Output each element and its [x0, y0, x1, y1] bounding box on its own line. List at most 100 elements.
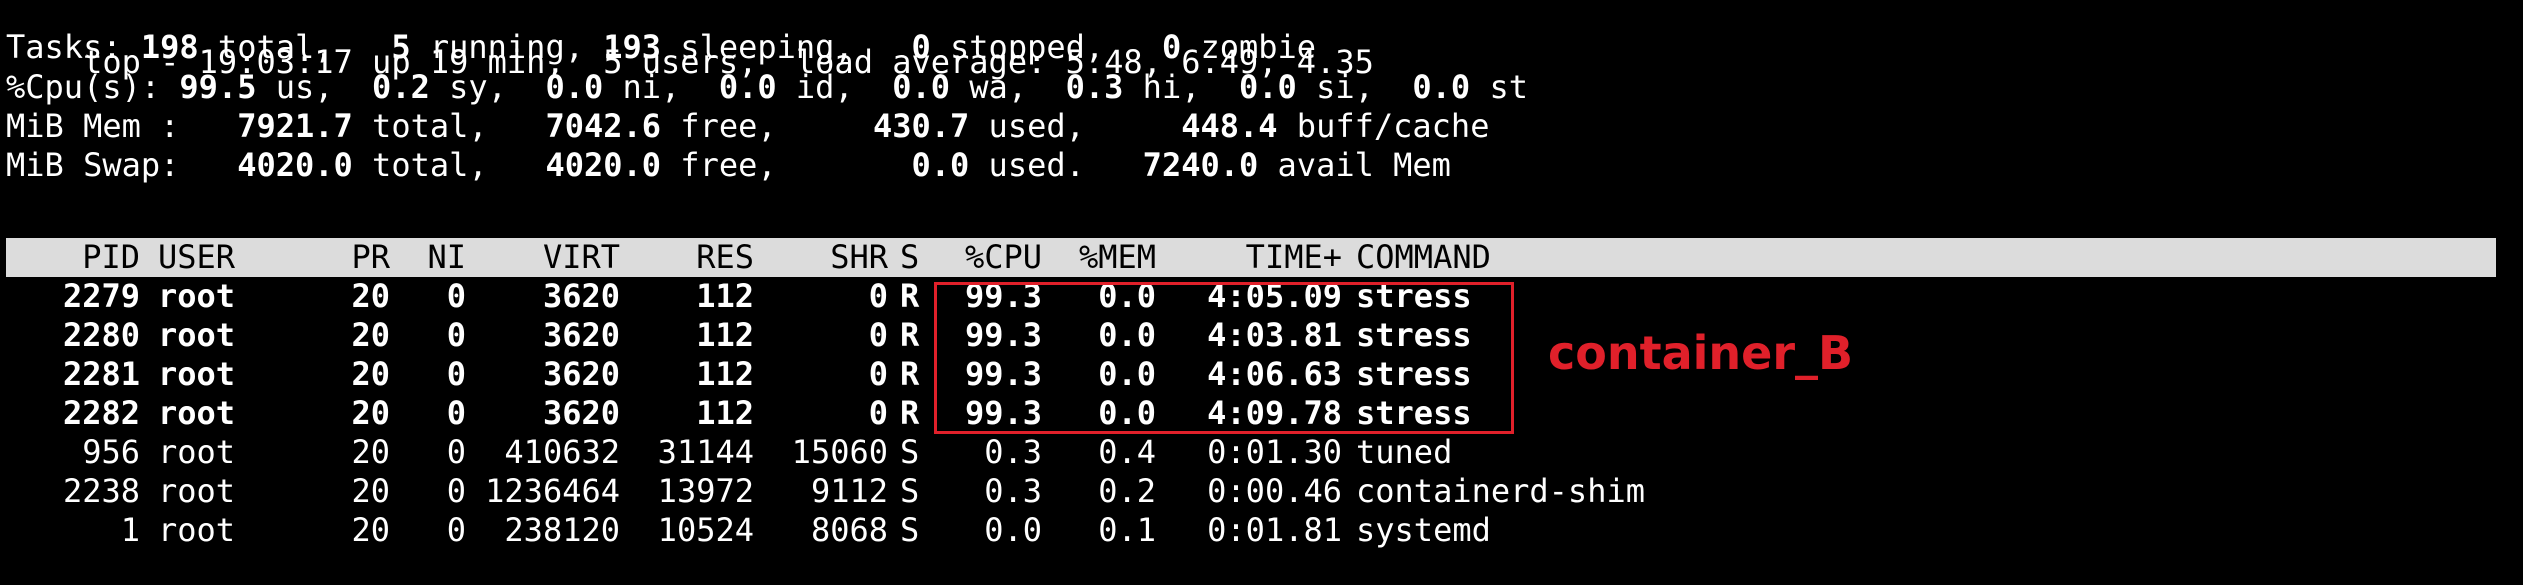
cell-state: S: [900, 511, 920, 549]
cell-pid: 2279: [62, 277, 140, 315]
column-header-time[interactable]: TIME+: [1156, 238, 1342, 277]
column-header-pid[interactable]: PID: [6, 238, 140, 277]
cpu-hi-label: hi,: [1142, 68, 1201, 106]
cell-res: 31144: [657, 433, 754, 471]
tasks-running-value: 5: [391, 28, 411, 66]
mem-cache-value: 448.4: [1181, 107, 1278, 145]
swap-total-value: 4020.0: [237, 146, 353, 184]
tasks-stopped-value: 0: [911, 28, 931, 66]
cell-res: 112: [696, 277, 754, 315]
cell-shr: 8068: [810, 511, 888, 549]
cell-shr: 0: [868, 394, 888, 432]
swap-avail-value: 7240.0: [1142, 146, 1259, 184]
tasks-zombie-value: 0: [1161, 28, 1182, 66]
swap-free-value: 4020.0: [545, 146, 662, 184]
cell-res: 13972: [657, 472, 754, 510]
tasks-stopped-label: stopped,: [950, 28, 1105, 66]
cell-virt: 238120: [504, 511, 620, 549]
cell-shr: 15060: [791, 433, 888, 471]
cell-ni: 0: [446, 511, 466, 549]
mem-used-label: used,: [988, 107, 1085, 145]
mem-summary-line: MiB Mem : 7921.7 total, 7042.6 free, 430…: [6, 107, 1489, 146]
column-header-ni[interactable]: NI: [396, 238, 466, 277]
table-row[interactable]: 956 root 20 0 410632 31144 15060 S 0.3 0…: [6, 433, 2496, 472]
cell-user: root: [158, 316, 236, 354]
cell-user: root: [158, 355, 236, 393]
cpu-us-value: 99.5: [179, 68, 257, 106]
cell-pr: 20: [351, 433, 390, 471]
cell-user: root: [158, 472, 236, 510]
cell-res: 112: [696, 316, 754, 354]
cell-pr: 20: [351, 355, 390, 393]
cpu-id-value: 0.0: [718, 68, 777, 106]
terminal-window: top - 19:03:17 up 19 min, 5 users, load …: [0, 0, 2523, 585]
column-header-mem[interactable]: %MEM: [1042, 238, 1156, 277]
cpu-hi-value: 0.3: [1065, 68, 1124, 106]
cell-pr: 20: [351, 394, 390, 432]
cell-state: S: [900, 472, 920, 510]
cpu-id-label: id,: [795, 68, 854, 106]
cpu-ni-value: 0.0: [545, 68, 604, 106]
column-header-virt[interactable]: VIRT: [466, 238, 620, 277]
mem-cache-label: buff/cache: [1296, 107, 1490, 145]
table-row[interactable]: 2238 root 20 0 1236464 13972 9112 S 0.3 …: [6, 472, 2496, 511]
cell-state: S: [900, 433, 920, 471]
cell-pid: 2238: [62, 472, 140, 510]
cell-state: R: [900, 316, 920, 354]
cell-ni: 0: [446, 316, 466, 354]
cell-state: R: [900, 355, 920, 393]
cell-shr: 0: [868, 316, 888, 354]
cell-command: systemd: [1356, 511, 1491, 549]
cell-command: containerd-shim: [1356, 472, 1645, 510]
tasks-sleeping-label: sleeping,: [680, 28, 854, 66]
cell-pr: 20: [351, 472, 390, 510]
cpu-wa-value: 0.0: [892, 68, 951, 106]
cell-state: R: [900, 277, 920, 315]
cell-cpu: 0.0: [984, 511, 1042, 549]
cell-time: 0:00.46: [1207, 472, 1342, 510]
cpu-label: %Cpu(s):: [6, 68, 161, 106]
column-header-state[interactable]: S: [900, 238, 930, 277]
mem-total-value: 7921.7: [237, 107, 353, 145]
swap-free-label: free,: [680, 146, 777, 184]
swap-summary-line: MiB Swap: 4020.0 total, 4020.0 free, 0.0…: [6, 146, 1451, 185]
mem-free-value: 7042.6: [545, 107, 662, 145]
cell-virt: 3620: [542, 394, 620, 432]
column-header-shr[interactable]: SHR: [754, 238, 888, 277]
column-header-user[interactable]: USER: [158, 238, 308, 277]
annotation-label: container_B: [1548, 326, 1854, 380]
swap-avail-label: avail Mem: [1277, 146, 1451, 184]
column-header-pr[interactable]: PR: [306, 238, 390, 277]
cpu-wa-label: wa,: [969, 68, 1028, 106]
cpu-summary-line: %Cpu(s): 99.5 us, 0.2 sy, 0.0 ni, 0.0 id…: [6, 68, 1528, 107]
mem-label: MiB Mem :: [6, 107, 180, 145]
swap-used-value: 0.0: [911, 146, 970, 184]
highlight-box: [934, 282, 1514, 434]
cpu-ni-label: ni,: [622, 68, 681, 106]
table-row[interactable]: 1 root 20 0 238120 10524 8068 S 0.0 0.1 …: [6, 511, 2496, 550]
cell-pid: 2282: [62, 394, 140, 432]
cell-virt: 410632: [504, 433, 620, 471]
cpu-sy-label: sy,: [449, 68, 507, 106]
cell-pr: 20: [351, 277, 390, 315]
cell-ni: 0: [446, 394, 466, 432]
cell-pid: 2280: [62, 316, 140, 354]
tasks-summary-line: Tasks: 198 total, 5 running, 193 sleepin…: [6, 28, 1316, 67]
cell-time: 0:01.81: [1207, 511, 1342, 549]
tasks-total-value: 198: [140, 28, 199, 66]
cell-virt: 1236464: [485, 472, 620, 510]
cell-pr: 20: [351, 316, 390, 354]
mem-total-label: total,: [372, 107, 488, 145]
tasks-sleeping-value: 193: [603, 28, 662, 66]
column-header-cpu[interactable]: %CPU: [930, 238, 1042, 277]
column-header-res[interactable]: RES: [620, 238, 754, 277]
mem-free-label: free,: [680, 107, 777, 145]
tasks-label: Tasks:: [6, 28, 122, 66]
process-table-header: PID USER PR NI VIRT RES SHR S %CPU %MEM …: [6, 238, 2496, 277]
column-header-command[interactable]: COMMAND: [1356, 238, 1956, 277]
cell-mem: 0.4: [1098, 433, 1156, 471]
cell-pr: 20: [351, 511, 390, 549]
tasks-zombie-label: zombie: [1200, 28, 1317, 66]
cell-res: 112: [696, 394, 754, 432]
cell-pid: 2281: [62, 355, 140, 393]
